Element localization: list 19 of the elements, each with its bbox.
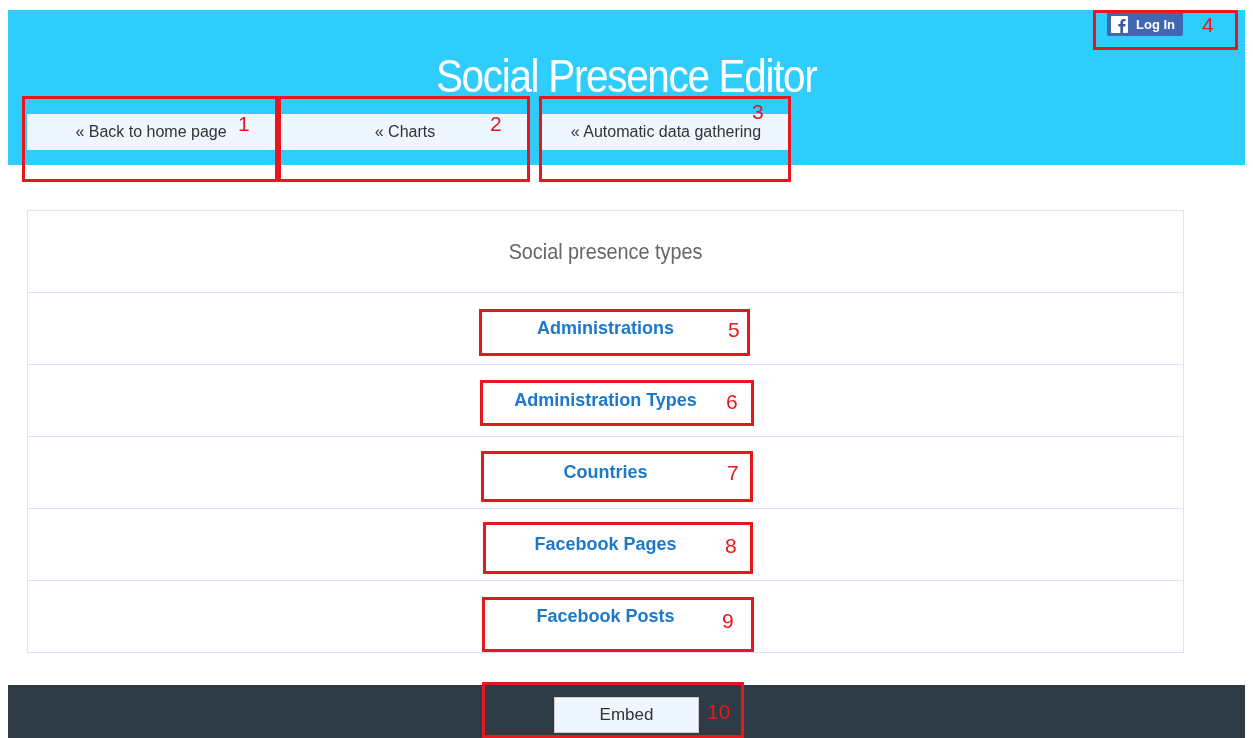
annotation-number: 9 bbox=[722, 609, 734, 633]
page-title: Social Presence Editor bbox=[436, 50, 817, 102]
table-heading: Social presence types bbox=[507, 237, 704, 266]
annotation-number: 10 bbox=[707, 700, 731, 724]
facebook-login-button[interactable]: Log In bbox=[1107, 12, 1183, 36]
annotation-number: 1 bbox=[238, 112, 250, 136]
embed-button[interactable]: Embed bbox=[554, 697, 699, 733]
annotation-number: 6 bbox=[726, 390, 738, 414]
annotation-number: 5 bbox=[728, 318, 740, 342]
type-link[interactable]: Administrations bbox=[537, 318, 674, 339]
annotation-number: 4 bbox=[1202, 13, 1214, 37]
type-link[interactable]: Countries bbox=[563, 462, 648, 483]
type-link[interactable]: Facebook Posts bbox=[536, 606, 675, 627]
type-link[interactable]: Administration Types bbox=[514, 390, 697, 411]
type-link[interactable]: Facebook Pages bbox=[534, 534, 677, 555]
annotation-number: 7 bbox=[727, 461, 739, 485]
facebook-logo-icon bbox=[1111, 15, 1128, 33]
annotation-number: 2 bbox=[490, 112, 502, 136]
annotation-number: 8 bbox=[725, 534, 737, 558]
